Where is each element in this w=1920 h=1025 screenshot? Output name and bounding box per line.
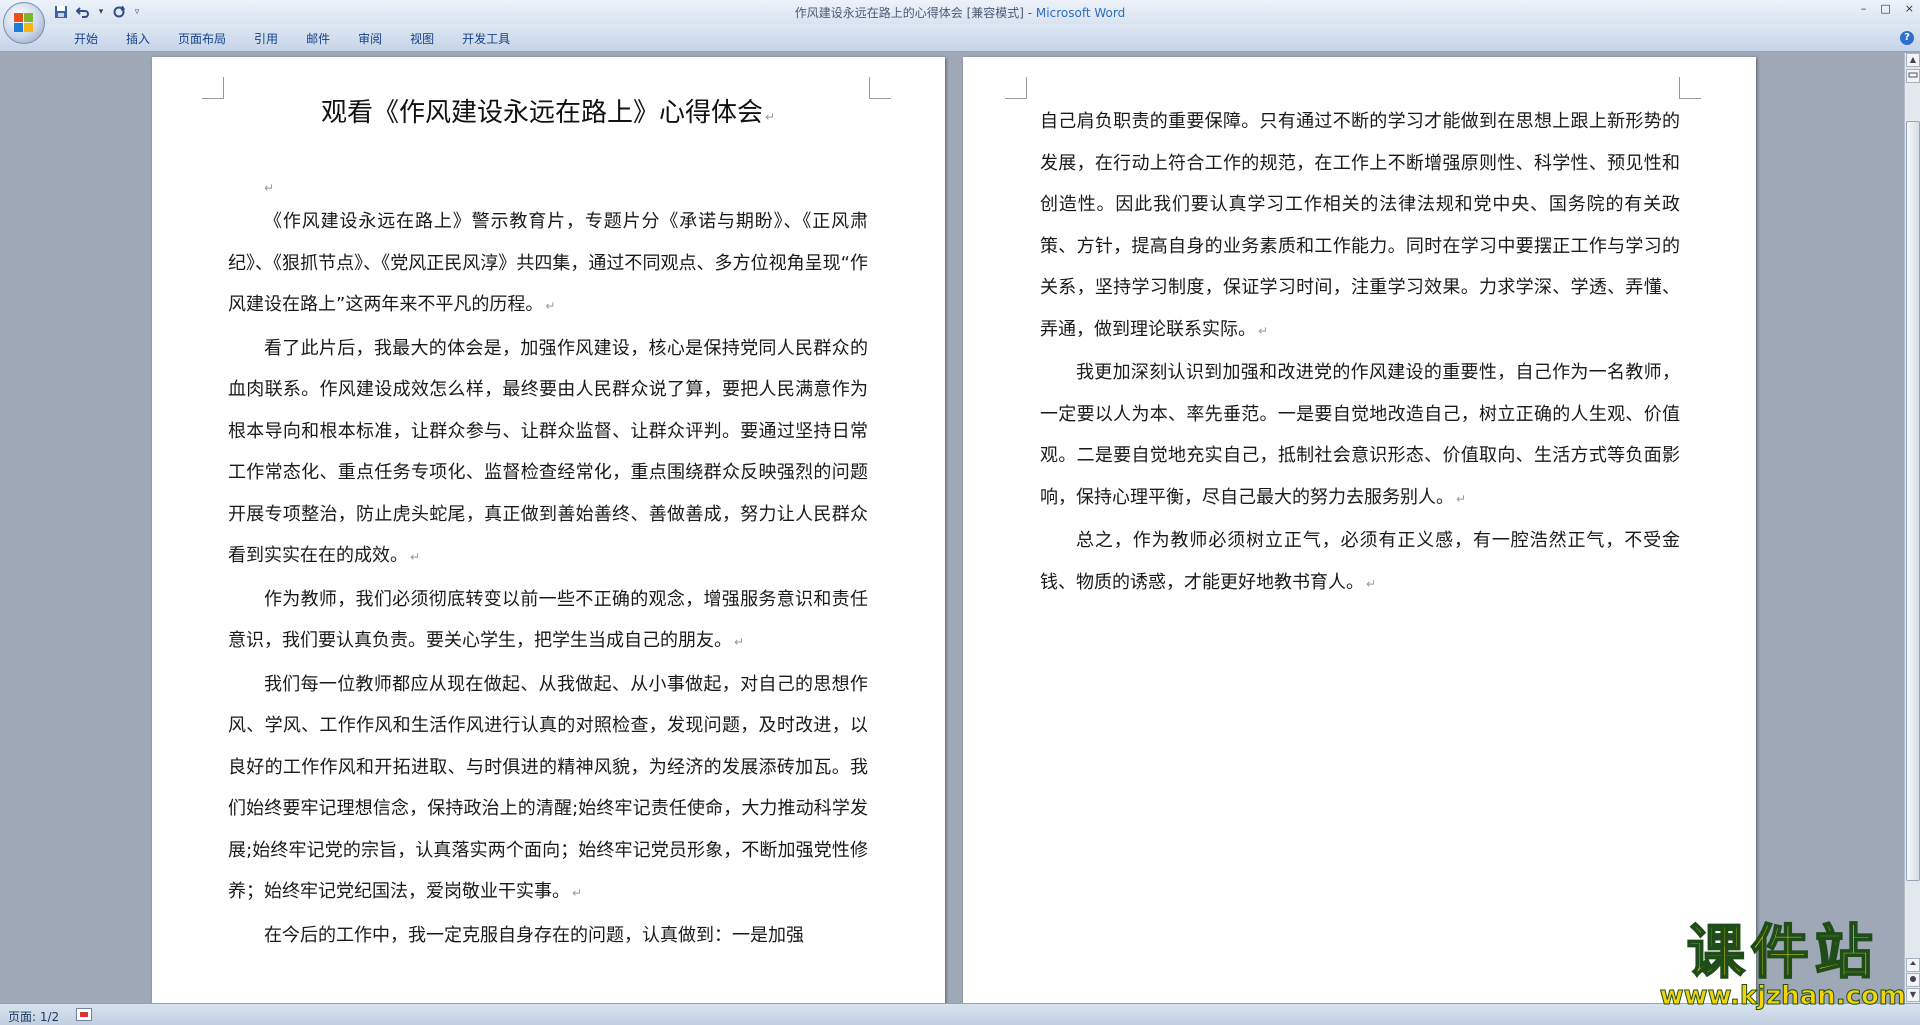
paragraph-mark-icon: ↵ — [1366, 576, 1377, 591]
language-status-icon[interactable] — [76, 1008, 92, 1021]
select-browse-object-icon[interactable] — [1906, 973, 1920, 987]
paragraph-mark-icon: ↵ — [1258, 323, 1269, 338]
tab-view[interactable]: 视图 — [396, 30, 448, 48]
crop-mark-top-left — [1005, 77, 1027, 99]
window-title: 作风建设永远在路上的心得体会 [兼容模式] - Microsoft Word — [0, 4, 1920, 21]
page-1[interactable]: 观看《作风建设永远在路上》心得体会 ↵ ↵ 《作风建设永远在路上》警示教育片，专题… — [152, 57, 945, 1003]
ribbon-tabs: 开始 插入 页面布局 引用 邮件 审阅 视图 开发工具 — [60, 30, 524, 48]
status-bar: 页面: 1/2 — [0, 1003, 1920, 1025]
paragraph: 作为教师，我们必须彻底转变以前一些不正确的观念，增强服务意识和责任意识，我们要认… — [228, 588, 868, 652]
scroll-up-button[interactable]: ▲ — [1906, 53, 1920, 67]
page-count-status[interactable]: 页面: 1/2 — [8, 1008, 59, 1025]
ruler-toggle-icon[interactable] — [1906, 69, 1920, 83]
watermark: 课件站 www.kjzhan.com — [1659, 918, 1906, 1012]
paragraph-mark-icon: ↵ — [572, 886, 583, 900]
paragraph-mark-icon: ↵ — [410, 550, 421, 564]
paragraph-mark-icon: ↵ — [734, 635, 745, 649]
vertical-scrollbar[interactable]: ▲ ▼ — [1904, 53, 1920, 1003]
previous-page-icon[interactable] — [1906, 958, 1920, 972]
scroll-thumb[interactable] — [1906, 121, 1920, 881]
paragraph: 自己肩负职责的重要保障。只有通过不断的学习才能做到在思想上跟上新形势的发展，在行… — [1040, 111, 1680, 340]
document-area[interactable]: 观看《作风建设永远在路上》心得体会 ↵ ↵ 《作风建设永远在路上》警示教育片，专题… — [0, 53, 1904, 1003]
empty-paragraph: ↵ — [228, 137, 868, 201]
minimize-button[interactable]: – — [1861, 2, 1867, 15]
document-name: 作风建设永远在路上的心得体会 [兼容模式] - — [794, 6, 1036, 20]
paragraph-mark-icon: ↵ — [764, 110, 776, 124]
tab-references[interactable]: 引用 — [240, 30, 292, 48]
paragraph: 我们每一位教师都应从现在做起、从我做起、从小事做起，对自己的思想作风、学风、工作… — [228, 673, 868, 903]
help-icon[interactable]: ? — [1900, 31, 1914, 45]
app-name: Microsoft Word — [1035, 6, 1126, 20]
page-1-content: 观看《作风建设永远在路上》心得体会 ↵ ↵ 《作风建设永远在路上》警示教育片，专题… — [228, 87, 868, 956]
window-controls: – □ × — [1861, 2, 1914, 15]
tab-home[interactable]: 开始 — [60, 30, 112, 48]
paragraph: 《作风建设永远在路上》警示教育片，专题片分《承诺与期盼》、《正风肃纪》、《狠抓节… — [228, 211, 868, 315]
paragraph: 我更加深刻认识到加强和改进党的作风建设的重要性，自己作为一名教师，一定要以人为本… — [1040, 362, 1680, 508]
page-2-content: 自己肩负职责的重要保障。只有通过不断的学习才能做到在思想上跟上新形势的发展，在行… — [1040, 101, 1680, 605]
paragraph-mark-icon: ↵ — [1456, 491, 1467, 506]
tab-insert[interactable]: 插入 — [112, 30, 164, 48]
crop-mark-top-right — [1679, 77, 1701, 99]
crop-mark-top-right — [869, 77, 891, 99]
paragraph: 总之，作为教师必须树立正气，必须有正义感，有一腔浩然正气，不受金钱、物质的诱惑，… — [1040, 530, 1680, 593]
paragraph: 在今后的工作中，我一定克服自身存在的问题，认真做到：一是加强 — [264, 924, 804, 946]
tab-developer[interactable]: 开发工具 — [448, 30, 524, 48]
crop-mark-top-left — [202, 77, 224, 99]
watermark-title: 课件站 — [1686, 918, 1879, 986]
watermark-url: www.kjzhan.com — [1659, 981, 1906, 1012]
paragraph-mark-icon: ↵ — [545, 299, 556, 313]
office-logo-icon — [13, 12, 35, 34]
tab-review[interactable]: 审阅 — [344, 30, 396, 48]
tab-page-layout[interactable]: 页面布局 — [164, 30, 240, 48]
ribbon-tab-row: 开始 插入 页面布局 引用 邮件 审阅 视图 开发工具 ? — [0, 24, 1920, 52]
office-button[interactable] — [3, 2, 45, 44]
page-2[interactable]: 自己肩负职责的重要保障。只有通过不断的学习才能做到在思想上跟上新形势的发展，在行… — [963, 57, 1756, 1003]
maximize-button[interactable]: □ — [1880, 2, 1890, 15]
paragraph-mark-icon: ↵ — [264, 181, 275, 195]
title-bar: ▾ ▿ 作风建设永远在路上的心得体会 [兼容模式] - Microsoft Wo… — [0, 0, 1920, 24]
close-button[interactable]: × — [1905, 2, 1914, 15]
tab-mailings[interactable]: 邮件 — [292, 30, 344, 48]
paragraph: 看了此片后，我最大的体会是，加强作风建设，核心是保持党同人民群众的血肉联系。作风… — [228, 337, 868, 567]
document-title: 观看《作风建设永远在路上》心得体会 ↵ — [320, 98, 776, 128]
scroll-down-button[interactable]: ▼ — [1906, 988, 1920, 1002]
